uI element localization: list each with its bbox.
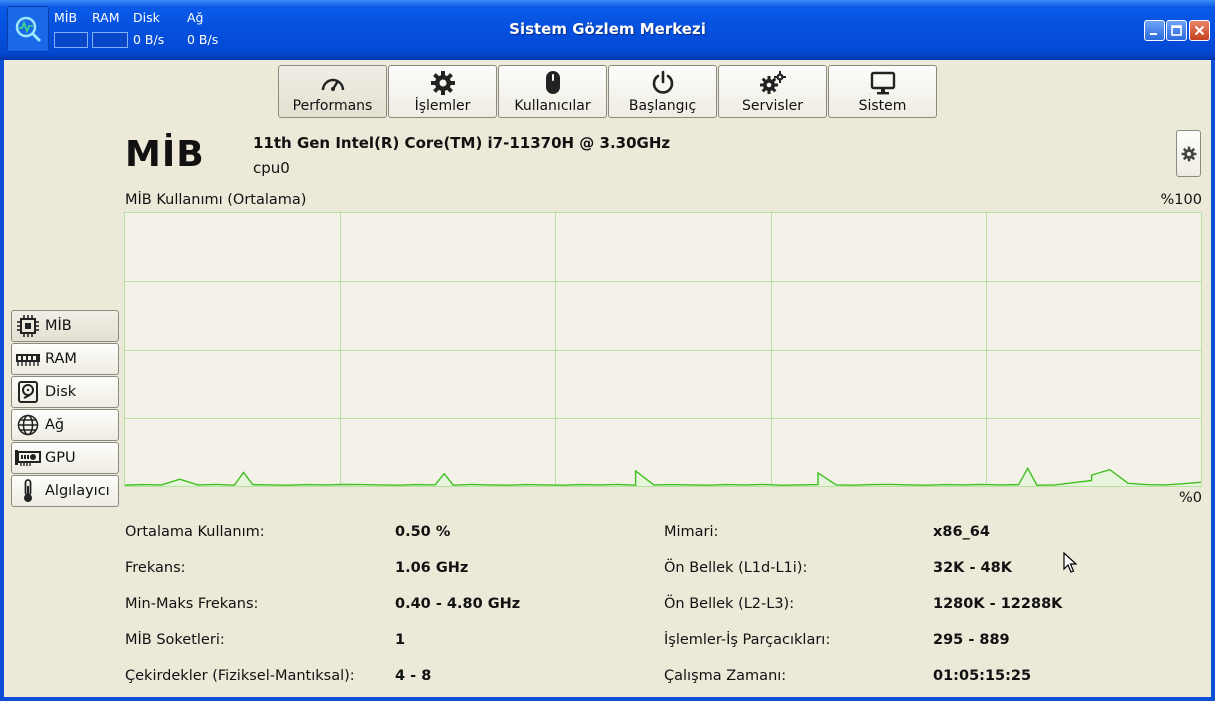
tab-users[interactable]: Kullanıcılar <box>498 65 607 118</box>
power-icon <box>650 70 676 96</box>
stat-label: Ön Bellek (L1d-L1i): <box>664 560 808 576</box>
mouse-icon <box>543 70 563 96</box>
cpu-chip-icon <box>15 315 41 337</box>
mouse-cursor-icon <box>1063 552 1077 573</box>
side-network-button[interactable]: Ağ <box>11 409 119 441</box>
tab-system[interactable]: Sistem <box>828 65 937 118</box>
tab-startup-label: Başlangıç <box>628 98 697 114</box>
stat-value: 1.06 GHz <box>395 560 469 576</box>
side-sensors-label: Algılayıcı <box>45 483 110 499</box>
gear-icon <box>1181 146 1196 161</box>
stat-label: Ön Bellek (L2-L3): <box>664 596 795 612</box>
gpu-icon <box>15 447 41 469</box>
maximize-button[interactable] <box>1166 20 1187 41</box>
side-cpu-label: MİB <box>45 318 72 334</box>
side-disk-label: Disk <box>45 384 77 400</box>
stat-value: 295 - 889 <box>933 632 1010 648</box>
tab-startup[interactable]: Başlangıç <box>608 65 717 118</box>
tab-processes[interactable]: İşlemler <box>388 65 497 118</box>
window-title: Sistem Gözlem Merkezi <box>509 20 706 38</box>
settings-button[interactable] <box>1176 130 1201 177</box>
cpu-usage-chart <box>124 212 1202 487</box>
stat-value: 01:05:15:25 <box>933 668 1032 684</box>
side-gpu-label: GPU <box>45 450 76 466</box>
device-sidebar: MİB RAM Disk Ağ GPU Algılayıcı <box>11 310 119 508</box>
monitor-icon <box>870 70 896 96</box>
side-cpu-button[interactable]: MİB <box>11 310 119 342</box>
page-title: MİB <box>125 134 205 175</box>
stat-value: 1 <box>395 632 406 648</box>
cpu-id: cpu0 <box>253 159 290 177</box>
stat-label: Min-Maks Frekans: <box>125 596 259 612</box>
tab-processes-label: İşlemler <box>414 98 471 114</box>
stat-value: 4 - 8 <box>395 668 432 684</box>
close-icon <box>1194 25 1205 36</box>
tab-performance-label: Performans <box>292 98 373 114</box>
gear-icon <box>430 70 456 96</box>
stat-label: İşlemler-İş Parçacıkları: <box>664 632 831 648</box>
side-ram-label: RAM <box>45 351 77 367</box>
main-toolbar: Performans İşlemler Kullanıcılar Başlang… <box>278 65 938 118</box>
stat-label: Çalışma Zamanı: <box>664 668 787 684</box>
disk-icon <box>15 381 41 403</box>
tab-performance[interactable]: Performans <box>278 65 387 118</box>
stat-label: Frekans: <box>125 560 186 576</box>
stat-value: 32K - 48K <box>933 560 1012 576</box>
maximize-icon <box>1171 25 1182 36</box>
stat-label: Çekirdekler (Fiziksel-Mantıksal): <box>125 668 355 684</box>
chart-plot-area <box>124 212 1202 487</box>
chart-min-label: %0 <box>1178 490 1202 506</box>
stat-value: 0.50 % <box>395 524 451 540</box>
minimize-button[interactable] <box>1144 20 1165 41</box>
stat-value: 0.40 - 4.80 GHz <box>395 596 521 612</box>
minimize-icon <box>1150 33 1157 35</box>
stat-label: Ortalama Kullanım: <box>125 524 265 540</box>
tab-services[interactable]: Servisler <box>718 65 827 118</box>
close-button[interactable] <box>1189 20 1210 41</box>
stat-label: Mimari: <box>664 524 719 540</box>
gauge-icon <box>320 70 346 96</box>
title-bar[interactable]: MİB RAM Disk Ağ 0 B/s 0 B/s Sistem Gözle… <box>0 0 1215 60</box>
side-gpu-button[interactable]: GPU <box>11 442 119 474</box>
tab-system-label: Sistem <box>858 98 907 114</box>
cpu-model: 11th Gen Intel(R) Core(TM) i7-11370H @ 3… <box>253 134 671 152</box>
chart-max-label: %100 <box>1160 192 1202 208</box>
chart-title: MİB Kullanımı (Ortalama) <box>125 192 307 208</box>
tab-services-label: Servisler <box>742 98 803 114</box>
stat-label: MİB Soketleri: <box>125 632 225 648</box>
stat-value: x86_64 <box>933 524 990 540</box>
side-disk-button[interactable]: Disk <box>11 376 119 408</box>
stat-value: 1280K - 12288K <box>933 596 1063 612</box>
ram-icon <box>15 348 41 370</box>
side-sensors-button[interactable]: Algılayıcı <box>11 475 119 507</box>
tab-users-label: Kullanıcılar <box>514 98 591 114</box>
thermometer-icon <box>15 479 41 502</box>
globe-icon <box>15 414 41 436</box>
side-ram-button[interactable]: RAM <box>11 343 119 375</box>
gears-icon <box>759 70 787 96</box>
side-network-label: Ağ <box>45 417 65 433</box>
